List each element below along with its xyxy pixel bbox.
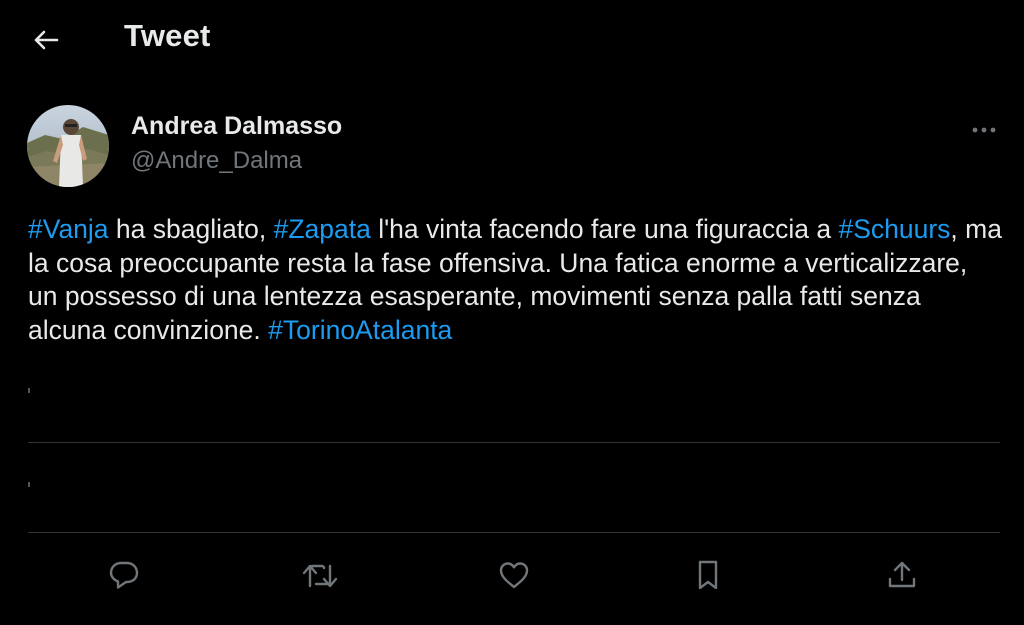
top-bar: Tweet [0,0,1024,80]
author-avatar[interactable] [27,105,109,187]
divider [28,532,1000,533]
hashtag-link[interactable]: #Zapata [274,214,371,244]
author-name[interactable]: Andrea Dalmasso [131,112,342,141]
cropped-element-mark [28,482,30,487]
reply-button[interactable] [104,555,144,595]
retweet-icon [302,560,338,590]
more-options-button[interactable] [966,116,1002,144]
tweet-text: #Vanja ha sbagliato, #Zapata l'ha vinta … [28,213,1003,347]
more-horizontal-icon [971,126,997,134]
arrow-left-icon [33,29,59,51]
bookmark-icon [694,559,722,591]
reply-icon [108,560,140,590]
share-button[interactable] [882,555,922,595]
divider [28,442,1000,443]
tweet-text-segment: ha sbagliato, [108,214,274,244]
hashtag-link[interactable]: #Schuurs [838,214,950,244]
profile-photo [27,105,109,187]
heart-icon [498,560,530,590]
author-handle[interactable]: @Andre_Dalma [131,147,302,175]
hashtag-link[interactable]: #Vanja [28,214,109,244]
tweet-text-segment: l'ha vinta facendo fare una figuraccia a [370,214,839,244]
hashtag-link[interactable]: #TorinoAtalanta [268,315,452,345]
like-button[interactable] [494,555,534,595]
share-icon [886,559,918,591]
retweet-button[interactable] [300,555,340,595]
bookmark-button[interactable] [688,555,728,595]
back-button[interactable] [26,20,66,60]
tweet-detail-page: Tweet Andrea Dalmasso @Andre_Dalma #Vanj… [0,0,1024,625]
cropped-element-mark [28,388,30,393]
page-title: Tweet [124,18,211,53]
